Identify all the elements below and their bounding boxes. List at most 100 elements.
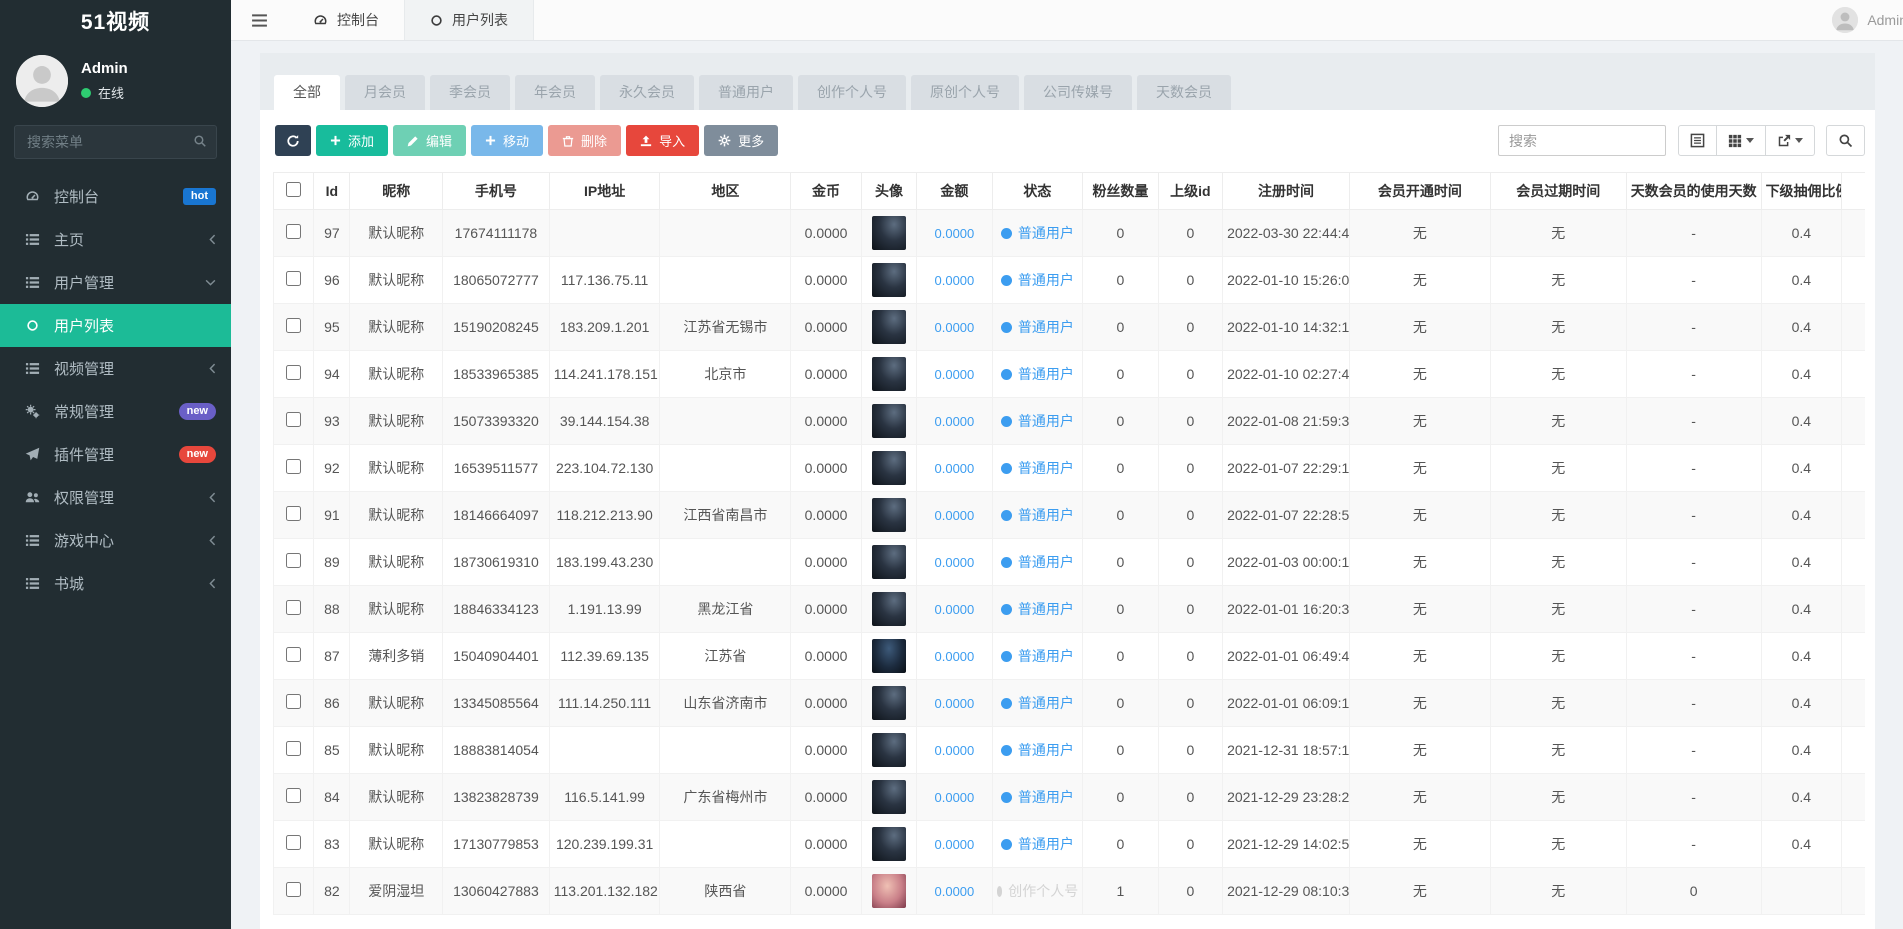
amount-link[interactable]: 0.0000	[935, 320, 975, 335]
user-avatar[interactable]	[872, 357, 906, 391]
sidebar-item-video-mgmt[interactable]: 视频管理	[0, 347, 231, 390]
delete-button[interactable]: 删除	[548, 125, 621, 156]
refresh-button[interactable]	[275, 125, 311, 156]
table-search-input[interactable]	[1498, 125, 1666, 156]
filter-tab-7[interactable]: 原创个人号	[911, 75, 1019, 110]
amount-link[interactable]: 0.0000	[935, 837, 975, 852]
amount-link[interactable]: 0.0000	[935, 508, 975, 523]
user-avatar[interactable]	[872, 404, 906, 438]
table-toolbar: 添加编辑移动删除导入更多	[273, 125, 1865, 156]
columns-dropdown-button[interactable]	[1716, 125, 1766, 156]
list-icon	[23, 361, 41, 376]
row-checkbox[interactable]	[286, 553, 301, 568]
cell-fans: 0	[1083, 304, 1158, 351]
row-checkbox[interactable]	[286, 600, 301, 615]
row-checkbox[interactable]	[286, 741, 301, 756]
status-badge: 普通用户	[997, 505, 1079, 525]
row-checkbox[interactable]	[286, 459, 301, 474]
cell-status: 普通用户	[992, 774, 1083, 821]
filter-tab-9[interactable]: 天数会员	[1137, 75, 1231, 110]
amount-link[interactable]: 0.0000	[935, 884, 975, 899]
sidebar-item-bookstore[interactable]: 书城	[0, 562, 231, 605]
row-checkbox[interactable]	[286, 318, 301, 333]
amount-link[interactable]: 0.0000	[935, 602, 975, 617]
cell-checkbox	[274, 774, 314, 821]
row-checkbox[interactable]	[286, 647, 301, 662]
amount-link[interactable]: 0.0000	[935, 273, 975, 288]
amount-link[interactable]: 0.0000	[935, 790, 975, 805]
add-button[interactable]: 添加	[316, 125, 388, 156]
user-avatar[interactable]	[872, 639, 906, 673]
user-avatar[interactable]	[872, 498, 906, 532]
user-avatar[interactable]	[872, 874, 906, 908]
user-avatar[interactable]	[872, 686, 906, 720]
sidebar-item-general-mgmt[interactable]: 常规管理new	[0, 390, 231, 433]
sidebar-item-label: 权限管理	[54, 487, 114, 508]
export-dropdown-button[interactable]	[1765, 125, 1815, 156]
sidebar-item-plugin-mgmt[interactable]: 插件管理new	[0, 433, 231, 476]
cell-nickname: 爱阴湿坦	[350, 868, 443, 915]
amount-link[interactable]: 0.0000	[935, 696, 975, 711]
amount-link[interactable]: 0.0000	[935, 226, 975, 241]
user-avatar[interactable]	[872, 592, 906, 626]
tab-user-list[interactable]: 用户列表	[404, 0, 534, 40]
filter-tab-3[interactable]: 年会员	[515, 75, 595, 110]
admin-avatar[interactable]	[16, 55, 68, 107]
user-avatar[interactable]	[872, 310, 906, 344]
cell-gold: 0.0000	[791, 304, 861, 351]
move-button[interactable]: 移动	[471, 125, 543, 156]
row-checkbox[interactable]	[286, 788, 301, 803]
sidebar-item-console[interactable]: 控制台hot	[0, 175, 231, 218]
filter-tab-4[interactable]: 永久会员	[600, 75, 694, 110]
cell-vip_expire: 无	[1490, 257, 1626, 304]
filter-tab-1[interactable]: 月会员	[345, 75, 425, 110]
row-checkbox[interactable]	[286, 271, 301, 286]
cell-reg_time: 2022-01-08 21:59:32	[1223, 398, 1350, 445]
more-button[interactable]: 更多	[704, 125, 778, 156]
col-header-vip_expire: 会员过期时间	[1490, 173, 1626, 210]
tab-console[interactable]: 控制台	[288, 0, 404, 40]
search-toggle-button[interactable]	[1826, 125, 1865, 156]
user-avatar[interactable]	[872, 733, 906, 767]
list-view-button[interactable]	[1678, 125, 1717, 156]
sidebar-search-input[interactable]	[14, 125, 217, 159]
select-all-checkbox[interactable]	[286, 182, 301, 197]
filter-tab-6[interactable]: 创作个人号	[798, 75, 906, 110]
hamburger-menu-icon[interactable]	[231, 0, 288, 40]
user-avatar[interactable]	[872, 780, 906, 814]
amount-link[interactable]: 0.0000	[935, 743, 975, 758]
sidebar-item-game-center[interactable]: 游戏中心	[0, 519, 231, 562]
topbar-user[interactable]: Admin	[1832, 0, 1903, 40]
filter-tab-0[interactable]: 全部	[274, 75, 340, 110]
filter-tab-8[interactable]: 公司传媒号	[1024, 75, 1132, 110]
sidebar-item-user-list[interactable]: 用户列表	[0, 304, 231, 347]
row-checkbox[interactable]	[286, 365, 301, 380]
chevron-left-icon	[209, 363, 216, 374]
status-badge: 创作个人号	[997, 881, 1079, 901]
sidebar-item-perm-mgmt[interactable]: 权限管理	[0, 476, 231, 519]
filter-tab-2[interactable]: 季会员	[430, 75, 510, 110]
row-checkbox[interactable]	[286, 224, 301, 239]
cell-avatar	[861, 304, 916, 351]
user-avatar[interactable]	[872, 545, 906, 579]
import-button[interactable]: 导入	[626, 125, 699, 156]
amount-link[interactable]: 0.0000	[935, 367, 975, 382]
filter-tab-5[interactable]: 普通用户	[699, 75, 793, 110]
sidebar-item-home[interactable]: 主页	[0, 218, 231, 261]
row-checkbox[interactable]	[286, 694, 301, 709]
user-avatar[interactable]	[872, 451, 906, 485]
amount-link[interactable]: 0.0000	[935, 414, 975, 429]
user-avatar[interactable]	[872, 263, 906, 297]
user-avatar[interactable]	[872, 827, 906, 861]
sidebar-item-user-mgmt[interactable]: 用户管理	[0, 261, 231, 304]
amount-link[interactable]: 0.0000	[935, 555, 975, 570]
amount-link[interactable]: 0.0000	[935, 461, 975, 476]
user-avatar[interactable]	[872, 216, 906, 250]
row-checkbox[interactable]	[286, 506, 301, 521]
row-checkbox[interactable]	[286, 882, 301, 897]
row-checkbox[interactable]	[286, 835, 301, 850]
row-checkbox[interactable]	[286, 412, 301, 427]
amount-link[interactable]: 0.0000	[935, 649, 975, 664]
cell-fans: 0	[1083, 821, 1158, 868]
edit-button[interactable]: 编辑	[393, 125, 466, 156]
